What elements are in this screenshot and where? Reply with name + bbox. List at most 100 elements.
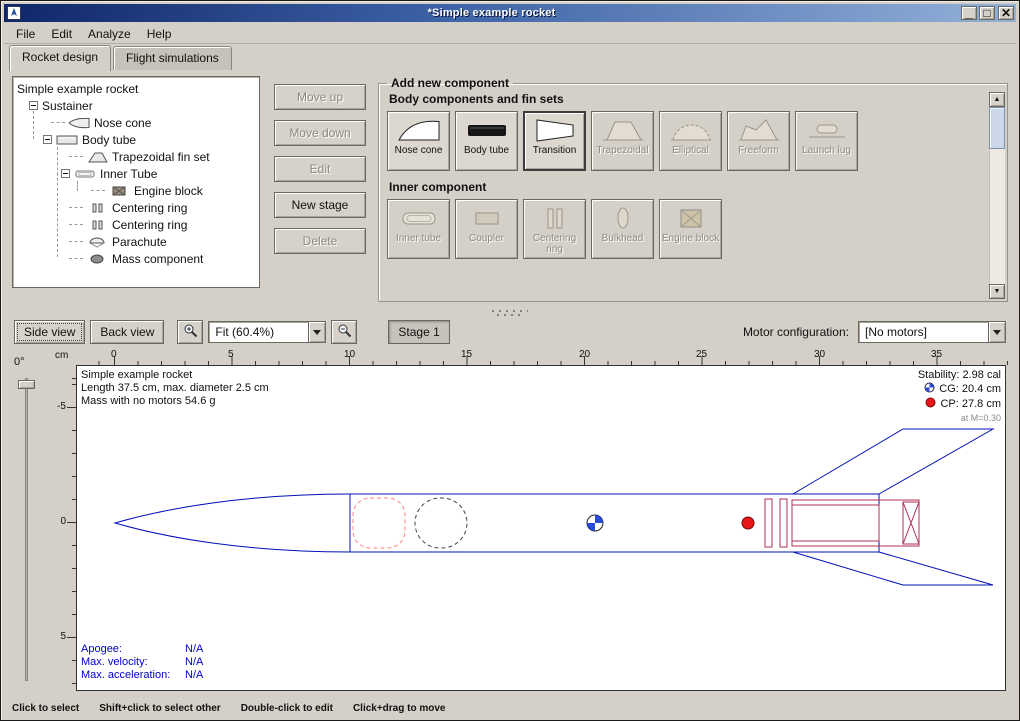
inner-tube-button[interactable]: Inner tube — [387, 199, 450, 259]
tree-item-rocket[interactable]: Simple example rocket — [17, 80, 259, 97]
apogee-value: N/A — [185, 643, 203, 656]
zoom-out-button[interactable] — [331, 320, 357, 344]
scrollbar-thumb[interactable] — [989, 107, 1005, 149]
maximize-button[interactable]: □ — [979, 6, 995, 20]
tree-branch — [91, 190, 105, 191]
rocket-view[interactable]: Simple example rocket Length 37.5 cm, ma… — [76, 365, 1006, 691]
splitter-handle[interactable] — [497, 314, 523, 316]
cp-icon — [925, 397, 936, 412]
tree-item-label: Body tube — [82, 133, 136, 147]
coupler-icon — [465, 204, 509, 232]
collapse-icon[interactable] — [43, 135, 52, 144]
ruler-label: 10 — [344, 349, 355, 360]
minimize-button[interactable]: _ — [961, 6, 977, 20]
component-tree[interactable]: Simple example rocket Sustainer Nose con… — [12, 76, 260, 288]
scroll-up-button[interactable]: ▲ — [989, 92, 1005, 107]
motor-configuration-select[interactable]: [No motors] — [858, 321, 1006, 343]
menu-file[interactable]: File — [8, 25, 43, 43]
tree-item-label: Engine block — [134, 184, 203, 198]
edit-button[interactable]: Edit — [274, 156, 366, 182]
tree-item-nose-cone[interactable]: Nose cone — [51, 114, 259, 131]
rotation-slider[interactable] — [25, 378, 28, 681]
tree-item-fin-set[interactable]: Trapezoidal fin set — [69, 148, 259, 165]
stability-value: Stability: 2.98 cal — [918, 369, 1001, 382]
tree-guide-line — [57, 147, 58, 257]
titlebar[interactable]: *Simple example rocket _ □ ✕ — [4, 4, 1016, 22]
max-velocity-label: Max. velocity: — [81, 656, 185, 669]
ruler-label: 5 — [228, 349, 234, 360]
collapse-icon[interactable] — [29, 101, 38, 110]
new-stage-button[interactable]: New stage — [274, 192, 366, 218]
menu-analyze[interactable]: Analyze — [80, 25, 139, 43]
apogee-label: Apogee: — [81, 643, 185, 656]
tree-item-mass-component[interactable]: Mass component — [69, 250, 259, 267]
move-up-button[interactable]: Move up — [274, 84, 366, 110]
motor-configuration-value: [No motors] — [859, 325, 988, 339]
ruler-horizontal: 0 5 10 15 20 25 30 35 — [76, 350, 1008, 365]
tab-flight-simulations[interactable]: Flight simulations — [113, 46, 232, 70]
ruler-label: 0 — [111, 349, 117, 360]
tree-item-label: Parachute — [112, 235, 167, 249]
tree-branch — [69, 241, 83, 242]
nose-cone-button[interactable]: Nose cone — [387, 111, 450, 171]
splitter[interactable] — [4, 308, 1016, 317]
coupler-button[interactable]: Coupler — [455, 199, 518, 259]
delete-button[interactable]: Delete — [274, 228, 366, 254]
rocket-name: Simple example rocket — [81, 369, 269, 382]
zoom-select[interactable]: Fit (60.4%) — [208, 321, 326, 343]
rotation-slider-handle[interactable] — [18, 380, 35, 389]
tab-rocket-design[interactable]: Rocket design — [9, 45, 111, 71]
transition-button[interactable]: Transition — [523, 111, 586, 171]
zoom-in-button[interactable] — [177, 320, 203, 344]
ruler-label: 30 — [814, 349, 825, 360]
bulkhead-button[interactable]: Bulkhead — [591, 199, 654, 259]
tree-item-sustainer[interactable]: Sustainer — [29, 97, 259, 114]
tree-actions: Move up Move down Edit New stage Delete — [274, 84, 366, 308]
launch-lug-icon — [805, 116, 849, 144]
cp-marker — [742, 517, 754, 529]
tree-branch — [69, 224, 83, 225]
rocket-canvas: 0° cm 0 5 10 15 20 25 30 35 — [4, 347, 1016, 699]
menu-edit[interactable]: Edit — [43, 25, 80, 43]
design-panel: Simple example rocket Sustainer Nose con… — [4, 70, 1016, 308]
zoom-out-icon — [337, 323, 352, 341]
tree-branch — [51, 122, 65, 123]
elliptical-fin-button[interactable]: Elliptical — [659, 111, 722, 171]
tree-item-centering-ring-1[interactable]: Centering ring — [69, 199, 259, 216]
zoom-dropdown-button[interactable] — [308, 322, 325, 342]
freeform-fin-button[interactable]: Freeform — [727, 111, 790, 171]
motor-dropdown-button[interactable] — [988, 322, 1005, 342]
tree-item-body-tube[interactable]: Body tube — [43, 131, 259, 148]
close-button[interactable]: ✕ — [998, 6, 1014, 20]
stage-1-toggle[interactable]: Stage 1 — [388, 320, 449, 344]
tree-item-centering-ring-2[interactable]: Centering ring — [69, 216, 259, 233]
side-view-button[interactable]: Side view — [14, 320, 85, 344]
tree-item-parachute[interactable]: Parachute — [69, 233, 259, 250]
launch-lug-button[interactable]: Launch lug — [795, 111, 858, 171]
centering-ring-button[interactable]: Centering ring — [523, 199, 586, 259]
rotation-value: 0° — [14, 356, 25, 368]
bulkhead-icon — [601, 204, 645, 232]
scroll-down-button[interactable]: ▼ — [989, 284, 1005, 299]
elliptical-fin-icon — [669, 116, 713, 144]
tree-item-engine-block[interactable]: Engine block — [91, 182, 259, 199]
hint-click-drag: Click+drag to move — [353, 703, 446, 714]
trapezoidal-fin-button[interactable]: Trapezoidal — [591, 111, 654, 171]
body-tube-button[interactable]: Body tube — [455, 111, 518, 171]
tab-bar: Rocket design Flight simulations — [4, 44, 1016, 70]
hint-click-select: Click to select — [12, 703, 79, 714]
back-view-button[interactable]: Back view — [90, 320, 164, 344]
tree-item-inner-tube[interactable]: Inner Tube — [61, 165, 259, 182]
window-title: *Simple example rocket — [24, 7, 959, 19]
inner-component-buttons: Inner tube Coupler Centering ring Bulkhe… — [387, 199, 983, 259]
body-components-label: Body components and fin sets — [389, 92, 983, 106]
trapezoidal-fin-icon — [86, 151, 108, 163]
engine-block-icon — [669, 204, 713, 232]
move-down-button[interactable]: Move down — [274, 120, 366, 146]
add-component-scrollbar[interactable]: ▲ ▼ — [989, 92, 1005, 299]
engine-block-button[interactable]: Engine block — [659, 199, 722, 259]
menu-help[interactable]: Help — [139, 25, 180, 43]
status-bar: Click to select Shift+click to select ot… — [4, 699, 1016, 717]
collapse-icon[interactable] — [61, 169, 70, 178]
splitter-handle[interactable] — [492, 310, 528, 312]
